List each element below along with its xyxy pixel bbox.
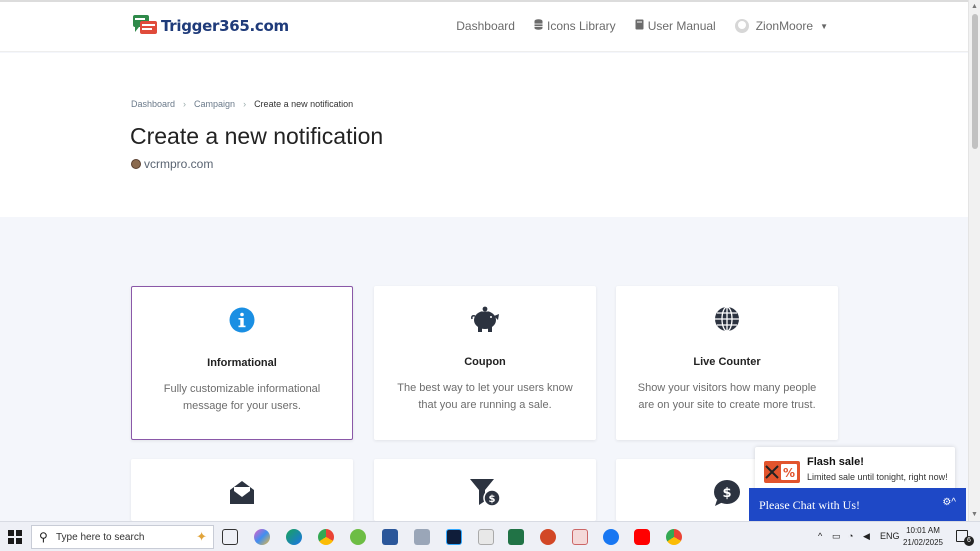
breadcrumb: Dashboard › Campaign › Create a new noti… <box>131 99 353 109</box>
chevron-down-icon: ▼ <box>820 21 828 31</box>
scroll-down-icon[interactable]: ▼ <box>971 511 978 518</box>
notification-count: 6 <box>964 536 974 546</box>
nav-links: Dashboard Icons Library User Manual Zion… <box>456 19 828 33</box>
youtube-icon[interactable] <box>634 529 650 545</box>
breadcrumb-dashboard[interactable]: Dashboard <box>131 99 175 109</box>
svg-text:%: % <box>783 466 795 480</box>
piggy-bank-icon <box>374 306 596 336</box>
clock-date: 21/02/2025 <box>902 538 943 547</box>
edge-icon[interactable] <box>286 529 302 545</box>
nav-dashboard-label: Dashboard <box>456 19 515 33</box>
globe-icon <box>616 306 838 336</box>
taskbar-search-placeholder: Type here to search <box>56 532 145 543</box>
user-menu[interactable]: ZionMoore ▼ <box>734 19 828 33</box>
page-header: Dashboard › Campaign › Create a new noti… <box>0 53 968 217</box>
facebook-icon[interactable] <box>603 529 619 545</box>
scroll-up-icon[interactable]: ▲ <box>971 3 978 10</box>
wifi-icon[interactable]: ◔ <box>848 531 853 541</box>
site-name: vcrmpro.com <box>144 157 214 171</box>
breadcrumb-current: Create a new notification <box>254 99 354 109</box>
copilot-icon[interactable] <box>254 529 270 545</box>
envelope-open-icon <box>131 478 353 508</box>
nav-user-manual-label: User Manual <box>647 19 716 33</box>
gear-icon[interactable]: ⚙^ <box>942 497 956 508</box>
clock[interactable]: 10:01 AM 21/02/2025 <box>903 525 943 549</box>
photoshop-icon[interactable] <box>446 529 462 545</box>
logo[interactable]: Trigger365.com <box>131 12 289 40</box>
card-description: The best way to let your users know that… <box>397 382 573 411</box>
volume-icon[interactable]: ◀ <box>863 531 870 542</box>
nav-icons-library-label: Icons Library <box>546 19 616 33</box>
clock-time: 10:01 AM <box>906 526 940 535</box>
app-green-icon[interactable] <box>350 529 366 545</box>
taskbar: ⚲ Type here to search ✦ ^ ▭ ◔ ◀ ENG 10:0… <box>0 521 980 551</box>
funnel-dollar-icon: $ <box>374 477 596 507</box>
excel-icon[interactable] <box>508 529 524 545</box>
powerpoint-icon[interactable] <box>540 529 556 545</box>
logo-icon <box>131 12 159 40</box>
chevron-up-icon[interactable]: ^ <box>818 531 822 541</box>
taskbar-search[interactable]: ⚲ Type here to search ✦ <box>31 525 214 549</box>
card-title: Informational <box>207 357 277 369</box>
task-view-icon[interactable] <box>222 529 238 545</box>
svg-text:$: $ <box>489 494 496 505</box>
svg-text:$: $ <box>722 486 731 501</box>
navbar: Trigger365.com Dashboard Icons Library U… <box>0 2 968 52</box>
nav-user-manual[interactable]: User Manual <box>635 19 716 33</box>
card-description: Fully customizable informational message… <box>163 383 321 412</box>
avatar <box>734 19 749 33</box>
chat-widget[interactable]: Please Chat with Us! ⚙^ <box>749 488 966 521</box>
card-informational[interactable]: Informational Fully customizable informa… <box>131 286 353 440</box>
card-live-counter[interactable]: Live Counter Show your visitors how many… <box>616 286 838 440</box>
language-indicator[interactable]: ENG <box>880 531 900 541</box>
chat-label: Please Chat with Us! <box>759 498 860 512</box>
user-name: ZionMoore <box>755 19 814 33</box>
book-icon <box>635 19 644 33</box>
database-icon <box>534 19 543 33</box>
flash-sale-title: Flash sale! <box>807 456 864 468</box>
nav-icons-library[interactable]: Icons Library <box>534 19 616 33</box>
page-title: Create a new notification <box>130 123 384 149</box>
logo-text: Trigger365.com <box>161 17 289 35</box>
file-icon[interactable] <box>478 529 494 545</box>
system-tray: ^ ▭ ◔ ◀ ENG 10:01 AM 21/02/2025 6 <box>810 522 980 551</box>
pdf-icon[interactable] <box>572 529 588 545</box>
site-label: vcrmpro.com <box>131 157 213 171</box>
chrome-icon[interactable] <box>318 529 334 545</box>
card-email[interactable] <box>131 459 353 521</box>
sparkle-icon: ✦ <box>196 529 207 544</box>
search-icon: ⚲ <box>39 530 48 544</box>
card-title: Live Counter <box>693 356 761 368</box>
flash-sale-popup[interactable]: % Flash sale! Limited sale until tonight… <box>755 447 955 492</box>
chevron-right-icon: › <box>243 99 247 109</box>
card-coupon[interactable]: Coupon The best way to let your users kn… <box>374 286 596 440</box>
word-icon[interactable] <box>382 529 398 545</box>
paint-icon[interactable] <box>414 529 430 545</box>
device-icon[interactable]: ▭ <box>832 531 841 542</box>
scroll-thumb[interactable] <box>972 14 978 149</box>
info-circle-icon <box>132 307 352 337</box>
windows-start-icon[interactable] <box>8 530 22 544</box>
site-favicon-icon <box>131 159 141 169</box>
flash-sale-text: Limited sale until tonight, right now! <box>807 472 948 482</box>
discount-tag-icon: % <box>763 458 801 486</box>
card-title: Coupon <box>464 356 506 368</box>
breadcrumb-campaign[interactable]: Campaign <box>194 99 235 109</box>
nav-dashboard[interactable]: Dashboard <box>456 19 515 33</box>
page-scrollbar[interactable]: ▲ ▼ <box>968 0 980 521</box>
card-description: Show your visitors how many people are o… <box>637 382 817 411</box>
chevron-right-icon: › <box>183 99 187 109</box>
chrome-active-icon[interactable] <box>666 529 682 545</box>
card-funnel[interactable]: $ <box>374 459 596 521</box>
